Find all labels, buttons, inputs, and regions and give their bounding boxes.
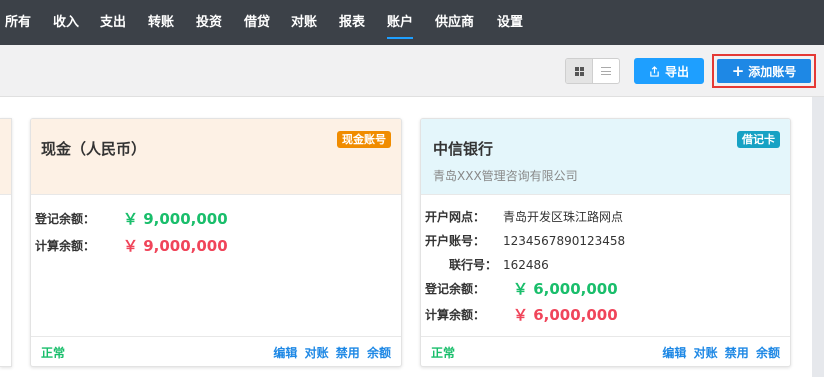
nav-item-reports[interactable]: 报表 bbox=[339, 0, 365, 45]
status-badge: 正常 bbox=[41, 346, 66, 360]
registered-balance-row: 登记余额： ￥ 9,000,000 bbox=[35, 208, 228, 229]
card-header: 中信银行 青岛XXX管理咨询有限公司 借记卡 bbox=[421, 119, 790, 195]
export-button[interactable]: 导出 bbox=[634, 58, 704, 84]
registered-balance-label: 登记余额： bbox=[35, 212, 96, 226]
card-footer: 正常 编辑 对账 禁用 余额 bbox=[31, 336, 401, 366]
add-account-label: 添加账号 bbox=[748, 64, 797, 79]
nav-item-investment[interactable]: 投资 bbox=[196, 0, 222, 45]
status-badge: 正常 bbox=[431, 346, 456, 360]
account-number-label: 开户账号： bbox=[425, 234, 486, 248]
account-number-row: 开户账号： 1234567890123458 bbox=[425, 232, 625, 249]
list-view-button[interactable] bbox=[593, 59, 619, 83]
nav-item-loan[interactable]: 借贷 bbox=[244, 0, 270, 45]
account-type-badge: 现金账号 bbox=[337, 131, 391, 148]
plus-icon: + bbox=[731, 61, 745, 80]
account-card-citic-bank: 中信银行 青岛XXX管理咨询有限公司 借记卡 开户网点： 青岛开发区珠江路网点 … bbox=[420, 118, 791, 367]
account-card-cash: 现金（人民币） 现金账号 登记余额： ￥ 9,000,000 计算余额： ￥ 9… bbox=[30, 118, 402, 367]
top-nav: 所有 收入 支出 转账 投资 借贷 对账 报表 账户 供应商 设置 bbox=[0, 0, 824, 45]
calculated-balance-row: 计算余额： ￥ 9,000,000 bbox=[35, 235, 228, 256]
nav-item-expense[interactable]: 支出 bbox=[100, 0, 126, 45]
disable-link[interactable]: 禁用 bbox=[336, 346, 360, 360]
view-toggle bbox=[565, 58, 620, 84]
export-icon bbox=[650, 65, 659, 77]
calculated-balance-label: 计算余额： bbox=[35, 239, 96, 253]
calculated-balance-value: ￥ 6,000,000 bbox=[513, 306, 618, 324]
reconcile-link[interactable]: 对账 bbox=[305, 346, 329, 360]
toolbar: 导出 + 添加账号 bbox=[0, 45, 824, 97]
card-footer: 正常 编辑 对账 禁用 余额 bbox=[421, 336, 790, 366]
card-actions: 编辑 对账 禁用 余额 bbox=[659, 344, 780, 361]
account-number-value: 1234567890123458 bbox=[503, 233, 626, 248]
nav-item-suppliers[interactable]: 供应商 bbox=[435, 0, 474, 45]
registered-balance-label: 登记余额： bbox=[425, 282, 486, 296]
export-button-label: 导出 bbox=[664, 64, 689, 79]
account-card-partial bbox=[0, 118, 12, 367]
nav-item-settings[interactable]: 设置 bbox=[497, 0, 523, 45]
calculated-balance-label: 计算余额： bbox=[425, 308, 486, 322]
card-title: 中信银行 bbox=[433, 140, 494, 158]
registered-balance-row: 登记余额： ￥ 6,000,000 bbox=[425, 278, 618, 299]
edit-link[interactable]: 编辑 bbox=[273, 346, 297, 360]
bank-code-row: 联行号： 162486 bbox=[425, 256, 549, 273]
add-account-button[interactable]: + 添加账号 bbox=[717, 59, 811, 83]
registered-balance-value: ￥ 6,000,000 bbox=[513, 280, 618, 298]
disable-link[interactable]: 禁用 bbox=[725, 346, 749, 360]
branch-row: 开户网点： 青岛开发区珠江路网点 bbox=[425, 208, 623, 225]
grid-view-button[interactable] bbox=[566, 59, 593, 83]
calculated-balance-value: ￥ 9,000,000 bbox=[123, 237, 228, 255]
card-header: 现金（人民币） 现金账号 bbox=[31, 119, 401, 195]
branch-label: 开户网点： bbox=[425, 210, 486, 224]
balance-link[interactable]: 余额 bbox=[756, 346, 780, 360]
card-actions: 编辑 对账 禁用 余额 bbox=[270, 344, 391, 361]
nav-item-income[interactable]: 收入 bbox=[53, 0, 79, 45]
calculated-balance-row: 计算余额： ￥ 6,000,000 bbox=[425, 304, 618, 325]
grid-icon bbox=[574, 66, 584, 76]
bank-code-label: 联行号： bbox=[448, 258, 497, 272]
nav-item-reconcile[interactable]: 对账 bbox=[291, 0, 317, 45]
edit-link[interactable]: 编辑 bbox=[662, 346, 686, 360]
add-account-highlight: + 添加账号 bbox=[712, 54, 816, 88]
account-card-partial-header bbox=[0, 119, 11, 195]
card-subtitle: 青岛XXX管理咨询有限公司 bbox=[433, 169, 578, 183]
list-icon bbox=[601, 67, 611, 75]
balance-link[interactable]: 余额 bbox=[367, 346, 391, 360]
reconcile-link[interactable]: 对账 bbox=[694, 346, 718, 360]
nav-item-all[interactable]: 所有 bbox=[5, 0, 31, 45]
nav-item-transfer[interactable]: 转账 bbox=[148, 0, 174, 45]
branch-value: 青岛开发区珠江路网点 bbox=[503, 210, 624, 224]
registered-balance-value: ￥ 9,000,000 bbox=[123, 210, 228, 228]
card-title: 现金（人民币） bbox=[41, 140, 147, 158]
bank-code-value: 162486 bbox=[503, 257, 549, 272]
account-type-badge: 借记卡 bbox=[737, 131, 780, 148]
nav-item-accounts[interactable]: 账户 bbox=[387, 0, 414, 45]
